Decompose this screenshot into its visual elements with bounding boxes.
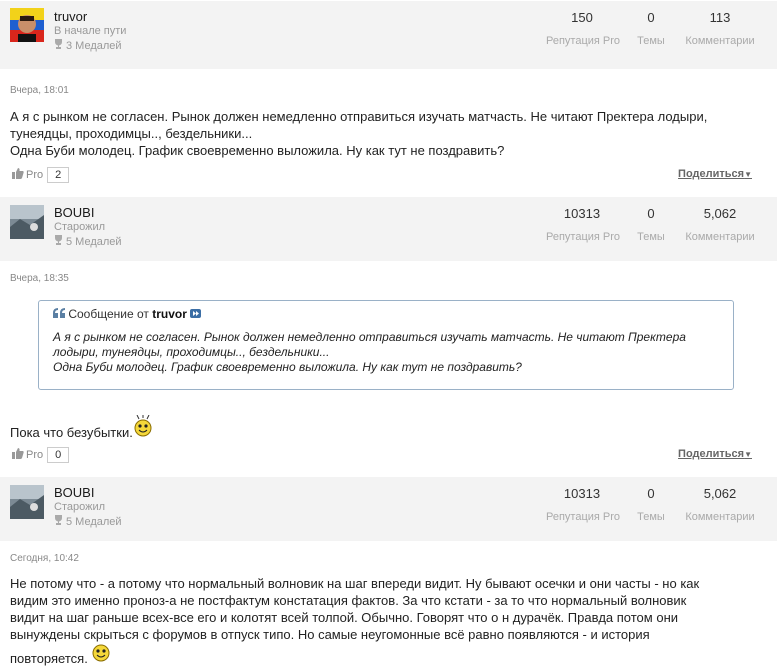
topics-label: Темы xyxy=(637,35,665,47)
quote-header: Сообщение от truvor xyxy=(53,307,202,321)
topics-label: Темы xyxy=(637,511,665,523)
topics-value: 0 xyxy=(647,10,655,25)
smiley-icon xyxy=(91,643,111,667)
author-bar: BOUBI Старожил 5 Медалей 10313 Репутация… xyxy=(0,196,777,261)
quote-text: А я с рынком не согласен. Рынок должен н… xyxy=(53,330,723,375)
stat-topics: 0 Темы xyxy=(627,206,675,243)
post-body: Пока что безубытки. xyxy=(10,414,770,441)
post-body: Не потому что - а потому что нормальный … xyxy=(10,575,770,667)
author-medals[interactable]: 5 Медалей xyxy=(54,515,122,528)
quote-box: Сообщение от truvor А я с рынком не согл… xyxy=(38,300,734,390)
stat-reputation: 10313 Репутация Pro xyxy=(546,486,621,523)
post-timestamp: Вчера, 18:35 xyxy=(10,273,69,284)
reputation-value: 10313 xyxy=(563,486,601,501)
smiley-icon xyxy=(133,414,153,441)
reputation-value: 150 xyxy=(571,10,593,25)
body-line: тунеядцы, проходимцы.., бездельники... xyxy=(10,126,253,141)
quote-line: Одна Буби молодец. График своевременно в… xyxy=(53,360,522,374)
jump-to-post-icon[interactable] xyxy=(190,307,202,321)
avatar[interactable] xyxy=(10,485,44,519)
author-rank: Старожил xyxy=(54,221,106,233)
topics-label: Темы xyxy=(637,231,665,243)
body-line: вынуждены скрыться с форумов в отпуск ти… xyxy=(10,627,650,642)
post-body: А я с рынком не согласен. Рынок должен н… xyxy=(10,108,770,159)
avatar[interactable] xyxy=(10,8,44,42)
body-line: видит на шаг раньше всех-все его и колот… xyxy=(10,610,679,625)
share-button[interactable]: Поделиться▼ xyxy=(678,168,752,180)
body-line: видим это именно проноз-а не постфактум … xyxy=(10,593,687,608)
stat-reputation: 10313 Репутация Pro xyxy=(546,206,621,243)
comments-label: Комментарии xyxy=(685,231,755,243)
quote-prefix: Сообщение от xyxy=(68,307,149,321)
quote-line: лодыри, тунеядцы, проходимцы.., бездельн… xyxy=(53,345,330,359)
quote-line: А я с рынком не согласен. Рынок должен н… xyxy=(53,330,686,344)
stat-comments: 5,062 Комментарии xyxy=(681,206,759,243)
quote-author[interactable]: truvor xyxy=(152,307,187,321)
body-line: повторяется. xyxy=(10,651,88,666)
body-line: Пока что безубытки. xyxy=(10,425,133,440)
avatar[interactable] xyxy=(10,205,44,239)
body-line: А я с рынком не согласен. Рынок должен н… xyxy=(10,109,708,124)
trophy-icon xyxy=(54,235,63,248)
stat-reputation: 150 Репутация Pro xyxy=(546,10,621,47)
author-rank: Старожил xyxy=(54,501,106,513)
comments-label: Комментарии xyxy=(685,35,755,47)
body-line-last: повторяется. xyxy=(10,643,770,667)
thumbs-up-icon[interactable] xyxy=(12,168,24,182)
share-button[interactable]: Поделиться▼ xyxy=(678,448,752,460)
trophy-icon xyxy=(54,39,63,52)
like-row[interactable]: Pro 0 xyxy=(12,447,70,463)
like-row[interactable]: Pro 2 xyxy=(12,167,70,183)
topics-value: 0 xyxy=(647,206,655,221)
body-line: Не потому что - а потому что нормальный … xyxy=(10,576,700,591)
caret-down-icon: ▼ xyxy=(744,170,752,179)
stat-topics: 0 Темы xyxy=(627,10,675,47)
post-timestamp: Сегодня, 10:42 xyxy=(10,553,79,564)
author-medals[interactable]: 5 Медалей xyxy=(54,235,122,248)
author-medals[interactable]: 3 Медалей xyxy=(54,39,122,52)
author-name[interactable]: BOUBI xyxy=(54,205,94,220)
stat-comments: 113 Комментарии xyxy=(681,10,759,47)
stat-topics: 0 Темы xyxy=(627,486,675,523)
reputation-value: 10313 xyxy=(563,206,601,221)
share-label: Поделиться xyxy=(678,168,745,180)
comments-value: 5,062 xyxy=(703,206,737,221)
author-rank: В начале пути xyxy=(54,25,127,37)
author-name[interactable]: BOUBI xyxy=(54,485,94,500)
comments-label: Комментарии xyxy=(685,511,755,523)
like-count: 0 xyxy=(47,447,70,463)
comments-value: 5,062 xyxy=(703,486,737,501)
author-bar: truvor В начале пути 3 Медалей 150 Репут… xyxy=(0,0,777,69)
medals-label: 5 Медалей xyxy=(66,516,122,528)
reputation-label: Репутация Pro xyxy=(546,35,621,47)
post-timestamp: Вчера, 18:01 xyxy=(10,85,69,96)
stat-comments: 5,062 Комментарии xyxy=(681,486,759,523)
pro-label: Pro xyxy=(26,169,44,181)
like-count: 2 xyxy=(47,167,70,183)
body-line: Одна Буби молодец. График своевременно в… xyxy=(10,143,505,158)
comments-value: 113 xyxy=(709,10,731,25)
topics-value: 0 xyxy=(647,486,655,501)
pro-label: Pro xyxy=(26,449,44,461)
reputation-label: Репутация Pro xyxy=(546,231,621,243)
medals-label: 5 Медалей xyxy=(66,236,122,248)
reputation-label: Репутация Pro xyxy=(546,511,621,523)
thumbs-up-icon[interactable] xyxy=(12,448,24,462)
author-bar: BOUBI Старожил 5 Медалей 10313 Репутация… xyxy=(0,476,777,541)
caret-down-icon: ▼ xyxy=(744,450,752,459)
author-name[interactable]: truvor xyxy=(54,9,87,24)
share-label: Поделиться xyxy=(678,448,745,460)
medals-label: 3 Медалей xyxy=(66,40,122,52)
quote-icon xyxy=(53,307,68,321)
trophy-icon xyxy=(54,515,63,528)
